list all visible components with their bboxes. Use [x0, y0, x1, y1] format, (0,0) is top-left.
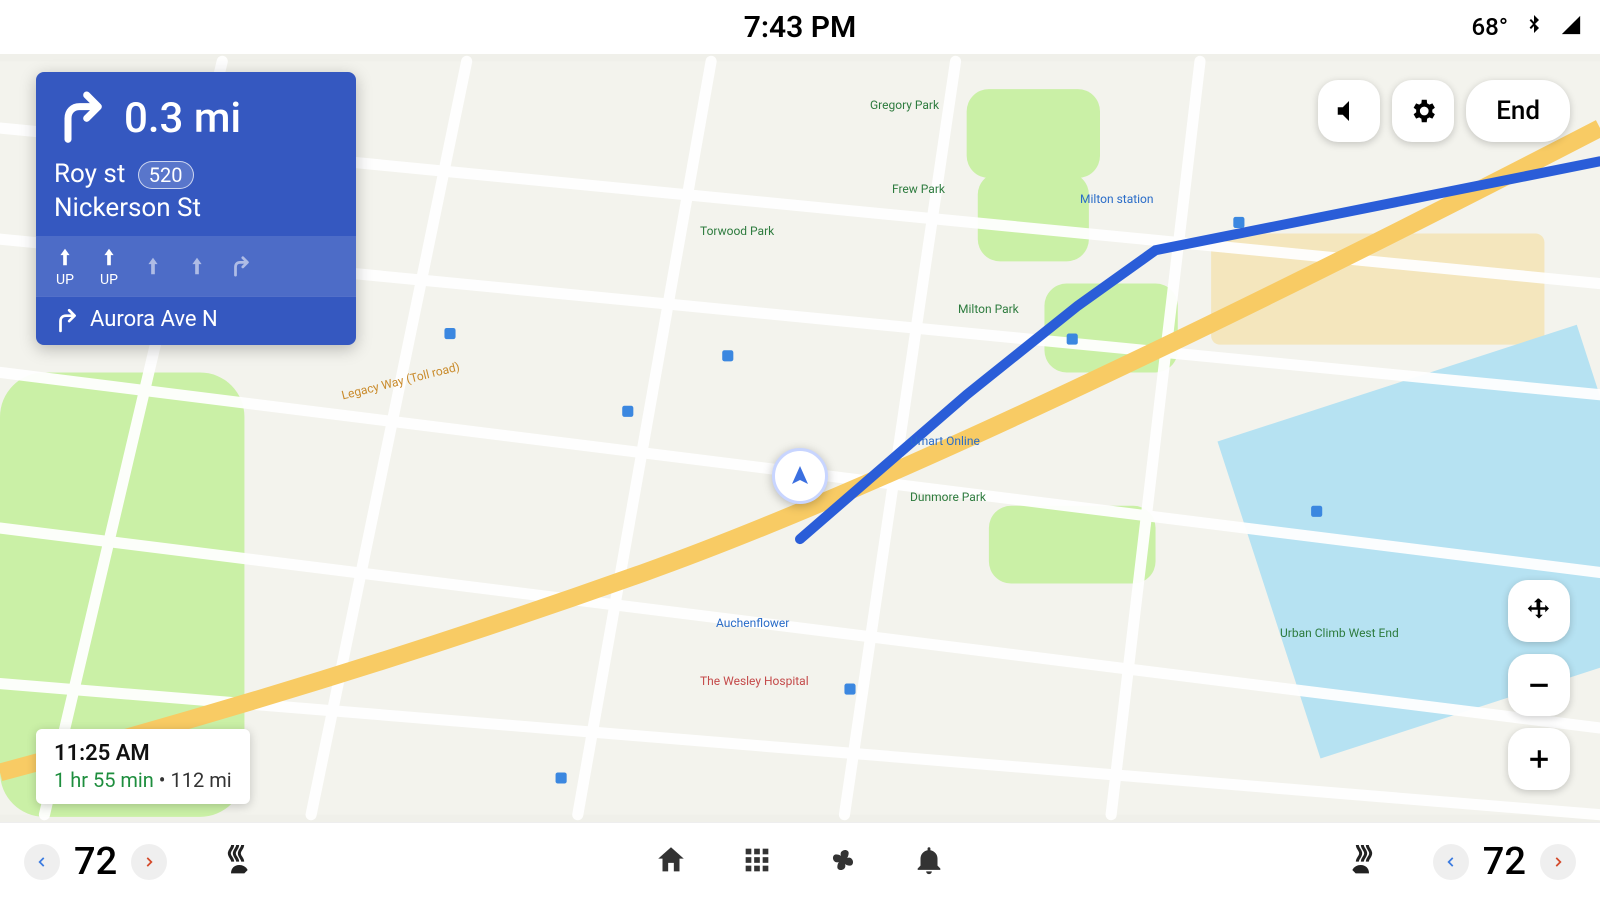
poi-label: Dunmore Park: [910, 490, 986, 504]
climate-temp-left: 72: [74, 840, 117, 884]
zoom-in-button[interactable]: [1508, 728, 1570, 790]
lane-guidance: UP UP: [36, 236, 356, 296]
temp-up-right-button[interactable]: [1540, 844, 1576, 880]
outside-temp: 68°: [1472, 13, 1508, 41]
seat-heat-right-icon[interactable]: [1339, 840, 1379, 884]
lane-arrow: [186, 253, 208, 279]
poi-label: Frew Park: [892, 182, 945, 196]
zoom-out-button[interactable]: [1508, 654, 1570, 716]
poi-label: Urban Climb West End: [1280, 626, 1399, 640]
temp-down-left-button[interactable]: [24, 844, 60, 880]
pan-button[interactable]: [1508, 580, 1570, 642]
bottom-bar: 72 72: [0, 822, 1600, 900]
temp-down-right-button[interactable]: [1433, 844, 1469, 880]
poi-label: Auchenflower: [716, 616, 789, 630]
seat-heat-left-icon[interactable]: [221, 840, 261, 884]
end-navigation-button[interactable]: End: [1466, 80, 1570, 142]
poi-label: Gregory Park: [870, 98, 939, 112]
climate-right: 72: [1339, 840, 1576, 884]
poi-label: Milton Park: [958, 302, 1019, 316]
temp-up-left-button[interactable]: [131, 844, 167, 880]
eta-card[interactable]: 11:25 AM 1 hr 55 min • 112 mi: [36, 729, 250, 804]
next-turn-label: Aurora Ave N: [90, 307, 218, 332]
climate-left: 72: [24, 840, 261, 884]
status-bar: 7:43 PM 68°: [0, 0, 1600, 54]
climate-temp-right: 72: [1483, 840, 1526, 884]
turn-direction-card[interactable]: 0.3 mi Roy st 520 Nickerson St UP UP Auro…: [36, 72, 356, 345]
lane-arrow: [230, 253, 252, 279]
lane-arrow: UP: [54, 244, 76, 288]
poi-label: Umart Online: [910, 434, 980, 448]
poi-label: Torwood Park: [700, 224, 774, 238]
poi-label: The Wesley Hospital: [700, 674, 809, 688]
mute-button[interactable]: [1318, 80, 1380, 142]
route-shield: 520: [138, 161, 194, 189]
lane-arrow: UP: [98, 244, 120, 288]
notifications-button[interactable]: [912, 843, 946, 881]
clock-time: 7:43 PM: [744, 10, 857, 45]
home-button[interactable]: [654, 843, 688, 881]
fan-button[interactable]: [826, 843, 860, 881]
current-location-marker: [772, 448, 828, 504]
eta-summary: 1 hr 55 min • 112 mi: [54, 768, 232, 792]
settings-button[interactable]: [1392, 80, 1454, 142]
bluetooth-icon: [1522, 13, 1546, 41]
turn-right-icon: [54, 88, 110, 148]
cellular-signal-icon: [1560, 14, 1582, 40]
next-turn-row: Aurora Ave N: [36, 296, 356, 345]
turn-distance: 0.3 mi: [124, 94, 241, 143]
turn-street: Roy st 520 Nickerson St: [36, 158, 356, 236]
poi-label: Milton station: [1080, 192, 1154, 206]
lane-arrow: [142, 253, 164, 279]
eta-arrival: 11:25 AM: [54, 741, 232, 766]
apps-button[interactable]: [740, 843, 774, 881]
